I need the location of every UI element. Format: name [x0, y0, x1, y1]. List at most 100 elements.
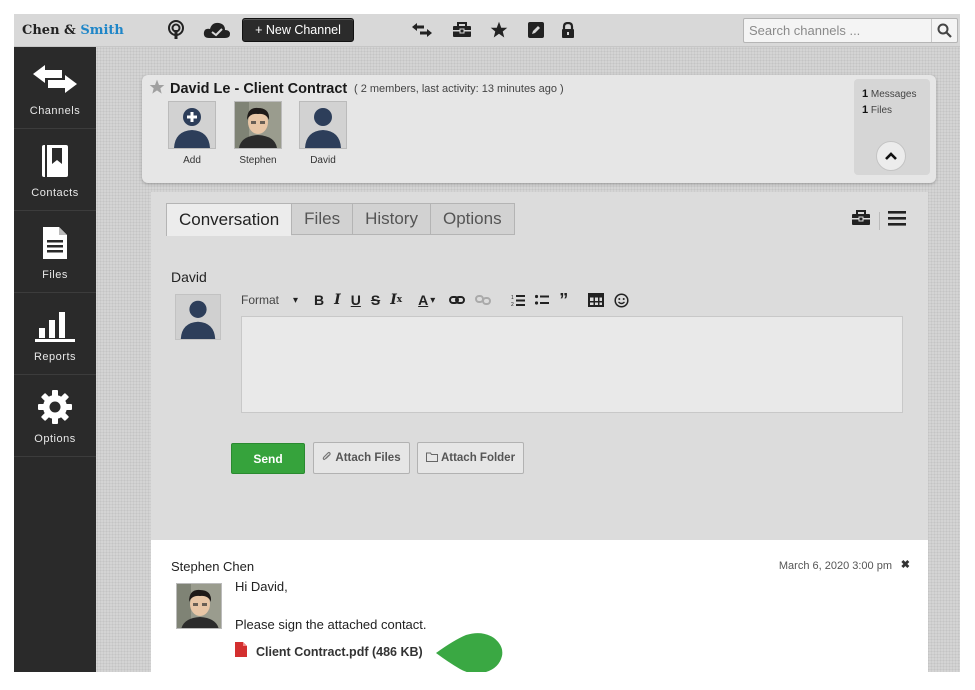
pointer-highlight-icon	[436, 633, 503, 672]
favorite-star-icon[interactable]	[149, 79, 165, 100]
member-stephen[interactable]: Stephen	[234, 101, 284, 166]
podcast-icon[interactable]	[164, 19, 188, 41]
divider	[879, 211, 880, 230]
pdf-file-icon	[235, 642, 247, 662]
channel-stats: 1 Messages 1 Files	[854, 79, 930, 175]
sidebar-item-reports[interactable]: Reports	[14, 293, 96, 375]
sidebar-item-contacts[interactable]: Contacts	[14, 129, 96, 211]
briefcase-icon[interactable]	[450, 19, 474, 41]
text-color-icon[interactable]: A	[418, 290, 428, 310]
member-name: Add	[183, 155, 201, 166]
files-label: Files	[870, 105, 893, 116]
gear-icon	[14, 389, 96, 425]
files-count: 1	[862, 104, 869, 116]
bullet-list-icon[interactable]	[535, 290, 550, 310]
add-member-avatar	[168, 101, 216, 149]
message-date: March 6, 2020 3:00 pm	[778, 560, 892, 572]
chevron-down-icon[interactable]: ▾	[430, 290, 435, 310]
attach-files-button[interactable]: Attach Files	[313, 442, 410, 474]
message-author: Stephen Chen	[171, 559, 255, 574]
delete-message-icon[interactable]: ✖	[901, 558, 910, 571]
brand-name-part1: Chen &	[22, 23, 81, 38]
editor-toolbar: Format ▾ B I U S Ix A ▾ 12 ”	[241, 289, 639, 311]
member-name: Stephen	[239, 155, 277, 166]
app-window: Chen & Smith + New Channel Search channe…	[14, 14, 960, 672]
avatar	[176, 583, 222, 629]
messages-label: Messages	[870, 89, 917, 100]
messages-stat: 1 Messages	[862, 88, 916, 100]
blockquote-icon[interactable]: ”	[559, 290, 568, 310]
collapse-header-button[interactable]	[876, 141, 906, 171]
tab-files[interactable]: Files	[291, 203, 353, 235]
bold-icon[interactable]: B	[314, 290, 324, 310]
message-line: Hi David,	[235, 579, 288, 594]
tab-options[interactable]: Options	[429, 203, 515, 235]
panel-tools	[851, 210, 906, 231]
numbered-list-icon[interactable]: 12	[511, 290, 526, 310]
folder-icon	[425, 452, 438, 465]
attach-folder-button[interactable]: Attach Folder	[417, 442, 524, 474]
brand-logo[interactable]: Chen & Smith	[22, 23, 124, 38]
swap-arrows-icon	[14, 61, 96, 97]
search-icon[interactable]	[931, 19, 957, 42]
lock-icon[interactable]	[556, 19, 580, 41]
new-channel-button[interactable]: + New Channel	[242, 18, 354, 42]
attach-folder-label: Attach Folder	[440, 452, 516, 464]
paperclip-icon	[322, 451, 332, 465]
messages-count: 1	[862, 88, 869, 100]
clear-format-icon[interactable]: Ix	[390, 290, 402, 310]
underline-icon[interactable]: U	[351, 290, 361, 310]
italic-icon[interactable]: I	[334, 290, 341, 310]
emoji-icon[interactable]	[614, 290, 629, 310]
member-david[interactable]: David	[299, 101, 349, 166]
sidebar-item-channels[interactable]: Channels	[14, 47, 96, 129]
attachment-link[interactable]: Client Contract.pdf (486 KB)	[235, 642, 423, 662]
bar-chart-icon	[14, 307, 96, 343]
sidebar-item-label: Reports	[33, 351, 77, 363]
sidebar-item-label: Options	[34, 433, 76, 445]
chevron-down-icon[interactable]: ▾	[293, 290, 298, 310]
sidebar-item-options[interactable]: Options	[14, 375, 96, 457]
bookmark-book-icon	[14, 143, 96, 179]
sidebar-item-label: Files	[42, 269, 68, 281]
message-item: Stephen Chen March 6, 2020 3:00 pm ✖ Hi …	[151, 540, 928, 672]
tab-conversation[interactable]: Conversation	[166, 203, 292, 236]
message-line: Please sign the attached contact.	[235, 617, 427, 632]
channel-title: David Le - Client Contract	[170, 81, 348, 97]
message-editor[interactable]	[241, 316, 903, 413]
content-area: David Le - Client Contract ( 2 members, …	[96, 47, 960, 672]
attachment-name: Client Contract.pdf (486 KB)	[256, 645, 423, 659]
svg-text:1: 1	[511, 295, 514, 301]
avatar	[175, 294, 221, 340]
sidebar-item-label: Contacts	[31, 187, 79, 199]
link-icon[interactable]	[449, 290, 466, 310]
sidebar-item-label: Channels	[29, 105, 81, 117]
chevron-up-icon	[885, 152, 897, 160]
cloud-check-icon[interactable]	[202, 19, 232, 41]
swap-arrows-icon[interactable]	[410, 19, 434, 41]
unlink-icon[interactable]	[475, 290, 492, 310]
tab-history[interactable]: History	[352, 203, 430, 235]
files-stat: 1 Files	[862, 104, 892, 116]
tab-bar: Conversation Files History Options	[166, 203, 515, 236]
menu-icon[interactable]	[888, 210, 906, 231]
format-dropdown[interactable]: Format	[241, 290, 279, 310]
search-input[interactable]	[744, 19, 930, 42]
channel-panel: Conversation Files History Options David…	[151, 192, 928, 672]
briefcase-icon[interactable]	[851, 210, 871, 231]
composer-author: David	[171, 269, 207, 285]
avatar	[234, 101, 282, 149]
search-box	[743, 18, 958, 43]
member-name: David	[310, 155, 336, 166]
top-bar: Chen & Smith + New Channel	[14, 14, 960, 47]
sidebar: Channels Contacts Files Reports Options	[14, 47, 96, 672]
star-icon[interactable]	[487, 19, 511, 41]
sidebar-item-files[interactable]: Files	[14, 211, 96, 293]
send-button[interactable]: Send	[231, 443, 305, 474]
strikethrough-icon[interactable]: S	[371, 290, 380, 310]
edit-icon[interactable]	[524, 19, 548, 41]
add-member-button[interactable]: Add	[168, 101, 218, 166]
svg-text:2: 2	[511, 302, 514, 307]
channel-meta: ( 2 members, last activity: 13 minutes a…	[354, 83, 564, 95]
table-icon[interactable]	[588, 290, 605, 310]
